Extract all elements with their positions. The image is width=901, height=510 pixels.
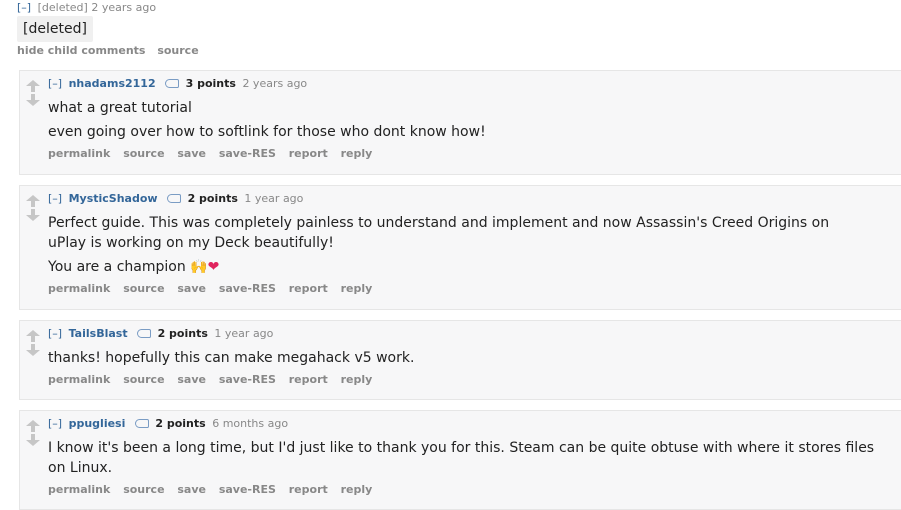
author-link[interactable]: TailsBlast xyxy=(69,327,128,340)
upvote-arrow-icon[interactable] xyxy=(25,420,41,432)
comment: [–] nhadams2112 3 points 2 years ago wha… xyxy=(19,70,901,175)
reply-link[interactable]: reply xyxy=(341,483,373,496)
source-link[interactable]: source xyxy=(123,147,164,160)
upvote-arrow-icon[interactable] xyxy=(25,330,41,342)
timestamp: 6 months ago xyxy=(212,417,289,430)
collapse-toggle[interactable]: [–] xyxy=(48,77,62,90)
report-link[interactable]: report xyxy=(289,373,328,386)
source-link[interactable]: source xyxy=(123,373,164,386)
comment-body: thanks! hopefully this can make megahack… xyxy=(48,348,901,368)
score: 2 points xyxy=(157,327,208,340)
score: 2 points xyxy=(155,417,206,430)
comment-body: what a great tutorial even going over ho… xyxy=(48,98,901,142)
downvote-arrow-icon[interactable] xyxy=(25,344,41,356)
parent-time: 2 years ago xyxy=(91,1,157,14)
permalink-link[interactable]: permalink xyxy=(48,483,110,496)
author-link[interactable]: nhadams2112 xyxy=(69,77,156,90)
permalink-link[interactable]: permalink xyxy=(48,147,110,160)
comment-entry: [–] MysticShadow 2 points 1 year ago Per… xyxy=(48,186,901,295)
user-tag-icon[interactable] xyxy=(167,193,182,203)
upvote-arrow-icon[interactable] xyxy=(25,195,41,207)
comment-entry: [–] ppugliesi 2 points 6 months ago I kn… xyxy=(48,411,901,496)
save-res-link[interactable]: save-RES xyxy=(219,483,276,496)
vote-controls xyxy=(25,330,41,356)
collapse-toggle[interactable]: [–] xyxy=(48,417,62,430)
comment-paragraph: even going over how to softlink for thos… xyxy=(48,124,486,140)
timestamp: 2 years ago xyxy=(242,77,308,90)
parent-body: [deleted] xyxy=(17,16,93,42)
save-link[interactable]: save xyxy=(177,373,206,386)
author-link[interactable]: ppugliesi xyxy=(69,417,126,430)
save-link[interactable]: save xyxy=(177,147,206,160)
comment-body: Perfect guide. This was completely painl… xyxy=(48,213,901,277)
reply-link[interactable]: reply xyxy=(341,373,373,386)
source-link[interactable]: source xyxy=(157,44,198,57)
collapse-toggle[interactable]: [–] xyxy=(48,192,62,205)
comment-paragraph: what a great tutorial xyxy=(48,100,192,116)
vote-controls xyxy=(25,420,41,446)
comment-tagline: [–] nhadams2112 3 points 2 years ago xyxy=(48,77,901,91)
report-link[interactable]: report xyxy=(289,483,328,496)
comment-buttons: permalink source save save-RES report re… xyxy=(48,282,901,295)
save-link[interactable]: save xyxy=(177,282,206,295)
reply-link[interactable]: reply xyxy=(341,147,373,160)
permalink-link[interactable]: permalink xyxy=(48,373,110,386)
raised-hands-emoji-icon: 🙌 xyxy=(190,259,208,275)
comment-paragraph: thanks! hopefully this can make megahack… xyxy=(48,350,415,366)
timestamp: 1 year ago xyxy=(214,327,274,340)
comment: [–] ppugliesi 2 points 6 months ago I kn… xyxy=(19,410,901,510)
score: 3 points xyxy=(185,77,236,90)
collapse-toggle[interactable]: [–] xyxy=(48,327,62,340)
save-link[interactable]: save xyxy=(177,483,206,496)
author-link[interactable]: MysticShadow xyxy=(69,192,158,205)
comment: [–] MysticShadow 2 points 1 year ago Per… xyxy=(19,185,901,310)
heart-emoji-icon: ❤ xyxy=(207,259,220,275)
collapse-toggle[interactable]: [–] xyxy=(17,1,31,14)
comment-body: I know it's been a long time, but I'd ju… xyxy=(48,438,901,478)
comment: [–] TailsBlast 2 points 1 year ago thank… xyxy=(19,320,901,400)
reply-link[interactable]: reply xyxy=(341,282,373,295)
comment-entry: [–] TailsBlast 2 points 1 year ago thank… xyxy=(48,321,901,386)
downvote-arrow-icon[interactable] xyxy=(25,434,41,446)
downvote-arrow-icon[interactable] xyxy=(25,94,41,106)
permalink-link[interactable]: permalink xyxy=(48,282,110,295)
comment-paragraph: Perfect guide. This was completely painl… xyxy=(48,215,830,251)
save-res-link[interactable]: save-RES xyxy=(219,147,276,160)
report-link[interactable]: report xyxy=(289,147,328,160)
report-link[interactable]: report xyxy=(289,282,328,295)
comment-tagline: [–] TailsBlast 2 points 1 year ago xyxy=(48,327,901,341)
comment-buttons: permalink source save save-RES report re… xyxy=(48,483,901,496)
comment-buttons: permalink source save save-RES report re… xyxy=(48,147,901,160)
user-tag-icon[interactable] xyxy=(134,418,149,428)
user-tag-icon[interactable] xyxy=(137,328,152,338)
champion-text: You are a champion xyxy=(48,259,191,275)
vote-controls xyxy=(25,80,41,106)
source-link[interactable]: source xyxy=(123,483,164,496)
downvote-arrow-icon[interactable] xyxy=(25,209,41,221)
comment-tagline: [–] ppugliesi 2 points 6 months ago xyxy=(48,417,901,431)
comment-buttons: permalink source save save-RES report re… xyxy=(48,373,901,386)
save-res-link[interactable]: save-RES xyxy=(219,373,276,386)
parent-tagline: [–] [deleted] 2 years ago xyxy=(17,0,901,15)
comment-paragraph: You are a champion 🙌❤ xyxy=(48,257,871,277)
user-tag-icon[interactable] xyxy=(165,78,180,88)
hide-child-comments-link[interactable]: hide child comments xyxy=(17,44,145,57)
upvote-arrow-icon[interactable] xyxy=(25,80,41,92)
source-link[interactable]: source xyxy=(123,282,164,295)
comment-paragraph: I know it's been a long time, but I'd ju… xyxy=(48,440,875,476)
parent-comment: [–] [deleted] 2 years ago [deleted] hide… xyxy=(0,0,901,57)
vote-controls xyxy=(25,195,41,221)
comment-tagline: [–] MysticShadow 2 points 1 year ago xyxy=(48,192,901,206)
parent-buttons: hide child comments source xyxy=(17,44,901,57)
timestamp: 1 year ago xyxy=(244,192,304,205)
score: 2 points xyxy=(187,192,238,205)
save-res-link[interactable]: save-RES xyxy=(219,282,276,295)
comment-entry: [–] nhadams2112 3 points 2 years ago wha… xyxy=(48,71,901,160)
parent-author: [deleted] xyxy=(37,1,88,14)
